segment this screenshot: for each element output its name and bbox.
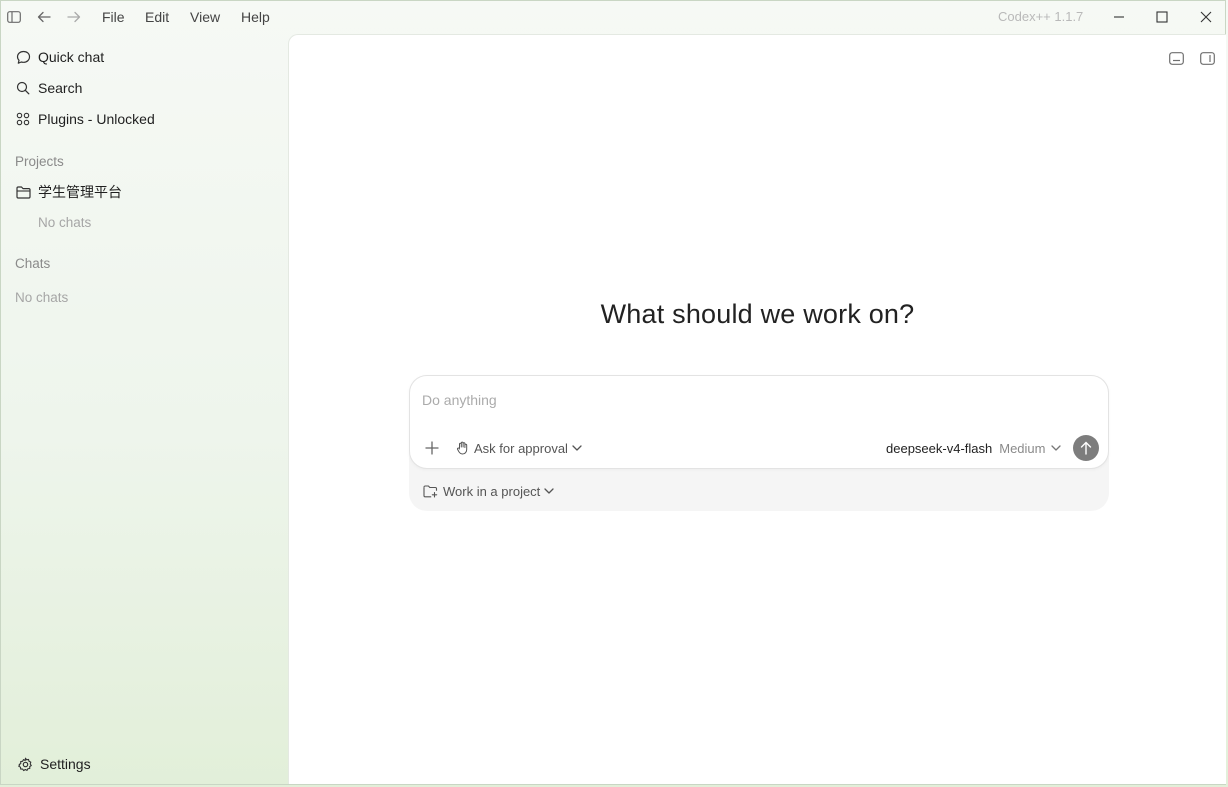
sidebar-toggle-icon[interactable] (6, 9, 22, 25)
chevron-down-icon (1051, 445, 1062, 451)
arrow-right-icon[interactable] (66, 9, 82, 25)
minimize-icon (1114, 16, 1124, 18)
sidebar-item-label: Settings (40, 756, 91, 772)
page-title: What should we work on? (600, 299, 915, 329)
composer: Ask for approval deepseek-v4-flash Mediu… (409, 375, 1109, 469)
project-empty-chats: No chats (38, 215, 92, 230)
chevron-down-icon (572, 445, 582, 451)
project-name: 学生管理平台 (38, 184, 122, 200)
title-bar: File Edit View Help Codex++ 1.1.7 (0, 0, 1228, 34)
menu-view[interactable]: View (190, 9, 220, 25)
approval-label: Ask for approval (474, 440, 568, 456)
chat-bubble-icon (14, 48, 32, 66)
chats-section-label: Chats (15, 256, 51, 271)
side-panel-icon[interactable] (1198, 49, 1216, 67)
maximize-icon (1156, 11, 1168, 23)
folder-plus-icon (423, 484, 438, 498)
project-selector-label: Work in a project (443, 483, 541, 499)
menu-edit[interactable]: Edit (145, 9, 169, 25)
sidebar-item-label: Quick chat (38, 49, 105, 65)
grid-icon (14, 110, 32, 128)
project-item[interactable]: 学生管理平台 (14, 180, 122, 204)
sidebar-item-settings[interactable]: Settings (16, 752, 91, 776)
hand-icon (456, 441, 469, 455)
sidebar-item-search[interactable]: Search (14, 76, 82, 100)
attach-button[interactable] (422, 438, 442, 458)
app-version: Codex++ 1.1.7 (998, 9, 1084, 24)
close-button[interactable] (1186, 4, 1226, 30)
sidebar-item-label: Plugins - Unlocked (38, 111, 155, 127)
plus-icon (425, 441, 439, 455)
sidebar-item-plugins[interactable]: Plugins - Unlocked (14, 107, 155, 131)
composer-container: Ask for approval deepseek-v4-flash Mediu… (409, 375, 1109, 511)
menu-file[interactable]: File (102, 9, 125, 25)
minimize-button[interactable] (1099, 4, 1139, 30)
sidebar-item-quick-chat[interactable]: Quick chat (14, 45, 104, 69)
close-icon (1200, 11, 1212, 23)
arrow-up-icon (1080, 441, 1092, 455)
arrow-left-icon[interactable] (36, 9, 52, 25)
maximize-button[interactable] (1142, 4, 1182, 30)
sidebar: Quick chat Search Plugins - Unlocked Pro… (0, 34, 288, 785)
project-selector[interactable]: Work in a project (423, 481, 554, 501)
projects-section-label: Projects (15, 154, 64, 169)
search-icon (14, 79, 32, 97)
send-button[interactable] (1073, 435, 1099, 461)
effort-label: Medium (999, 440, 1046, 456)
chevron-down-icon (544, 488, 554, 494)
chats-empty: No chats (15, 290, 69, 305)
main-panel: What should we work on? Ask for approval… (288, 34, 1226, 784)
model-name: deepseek-v4-flash (886, 440, 993, 456)
gear-icon (16, 755, 34, 773)
folder-icon (14, 183, 32, 201)
prompt-input[interactable] (420, 388, 1064, 412)
menu-help[interactable]: Help (241, 9, 270, 25)
sidebar-item-label: Search (38, 80, 83, 96)
model-selector[interactable]: deepseek-v4-flash Medium (886, 438, 1062, 458)
bottom-panel-icon[interactable] (1167, 49, 1185, 67)
approval-dropdown[interactable]: Ask for approval (456, 438, 582, 458)
